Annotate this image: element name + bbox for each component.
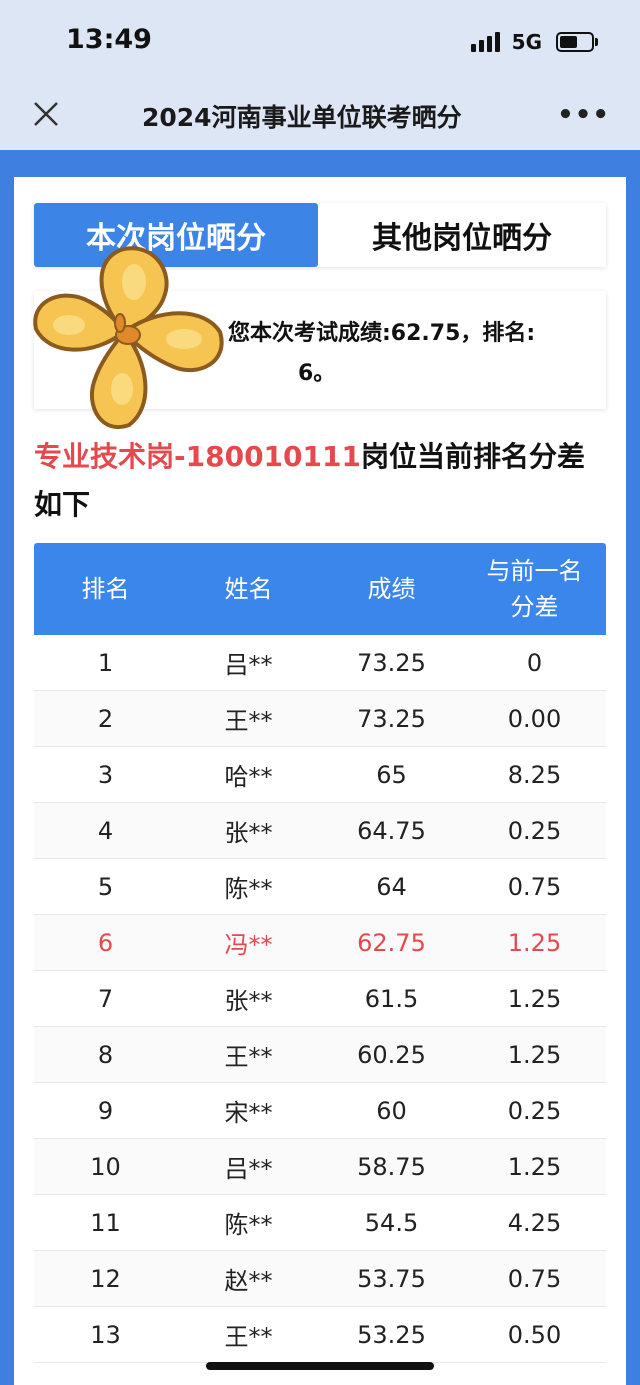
cell-name: 王** <box>224 707 273 735</box>
cell-diff: 0 <box>526 648 543 677</box>
cell-score: 64 <box>376 872 407 901</box>
cell-score: 73.25 <box>357 648 426 677</box>
status-indicators: 5G <box>470 30 598 54</box>
home-indicator[interactable] <box>206 1362 434 1370</box>
cell-name: 张** <box>224 819 273 847</box>
header-name: 姓名 <box>224 575 273 603</box>
cell-diff: 4.25 <box>507 1208 562 1237</box>
cell-diff: 1.25 <box>507 1152 562 1181</box>
score-text: 您本次考试成绩:62.75，排名: <box>228 321 536 346</box>
cell-name: 张** <box>224 987 273 1015</box>
table-row: 8 王** 60.25 1.25 <box>34 1027 606 1083</box>
status-bar: 13:49 5G <box>0 0 640 88</box>
ranking-table: 排名 姓名 成绩 与前一名分差 1 吕** 73.25 0 2 王** 73.2… <box>34 543 606 1363</box>
header-rank: 排名 <box>81 575 130 603</box>
table-row: 9 宋** 60 0.25 <box>34 1083 606 1139</box>
cell-name: 吕** <box>224 651 273 679</box>
main-panel: 本次岗位晒分 其他岗位晒分 您本次考试成绩:62.75，排名: 6。 专业技术岗… <box>14 177 626 1385</box>
cell-rank: 7 <box>97 984 114 1013</box>
table-row: 11 陈** 54.5 4.25 <box>34 1195 606 1251</box>
status-time: 13:49 <box>66 24 152 55</box>
cell-name: 哈** <box>224 763 273 791</box>
cell-rank: 9 <box>97 1096 114 1125</box>
cell-score: 58.75 <box>357 1152 426 1181</box>
cell-diff: 1.25 <box>507 984 562 1013</box>
cell-rank: 8 <box>97 1040 114 1069</box>
table-row-current-user: 6 冯** 62.75 1.25 <box>34 915 606 971</box>
cell-rank: 4 <box>97 816 114 845</box>
tab-other-posts[interactable]: 其他岗位晒分 <box>318 203 606 267</box>
header-diff: 与前一名分差 <box>486 557 583 621</box>
table-row: 1 吕** 73.25 0 <box>34 635 606 691</box>
cell-score: 64.75 <box>357 816 426 845</box>
battery-icon <box>556 32 598 52</box>
flower-sticker-icon <box>33 246 224 429</box>
cell-rank: 6 <box>97 928 114 957</box>
table-body: 1 吕** 73.25 0 2 王** 73.25 0.00 3 哈** 65 … <box>34 635 606 1363</box>
table-row: 7 张** 61.5 1.25 <box>34 971 606 1027</box>
table-row: 2 王** 73.25 0.00 <box>34 691 606 747</box>
cell-rank: 3 <box>97 760 114 789</box>
signal-icon <box>470 32 500 52</box>
cell-rank: 1 <box>97 648 114 677</box>
cell-diff: 0.00 <box>507 704 562 733</box>
cell-diff: 0.75 <box>507 1264 562 1293</box>
cell-diff: 0.75 <box>507 872 562 901</box>
cell-name: 陈** <box>224 1211 273 1239</box>
cell-name: 赵** <box>224 1267 273 1295</box>
post-description: 专业技术岗-180010111岗位当前排名分差如下 <box>34 433 604 529</box>
header-score: 成绩 <box>367 575 416 603</box>
cell-rank: 5 <box>97 872 114 901</box>
table-row: 5 陈** 64 0.75 <box>34 859 606 915</box>
cell-score: 54.5 <box>364 1208 419 1237</box>
cell-score: 60.25 <box>357 1040 426 1069</box>
table-row: 13 王** 53.25 0.50 <box>34 1307 606 1363</box>
rank-text: 6。 <box>298 361 336 386</box>
cell-name: 王** <box>224 1043 273 1071</box>
table-row: 3 哈** 65 8.25 <box>34 747 606 803</box>
table-row: 4 张** 64.75 0.25 <box>34 803 606 859</box>
cell-score: 73.25 <box>357 704 426 733</box>
cell-score: 53.25 <box>357 1320 426 1349</box>
cell-rank: 2 <box>97 704 114 733</box>
cell-rank: 11 <box>90 1208 121 1237</box>
cell-score: 65 <box>376 760 407 789</box>
cell-name: 陈** <box>224 875 273 903</box>
network-type: 5G <box>511 30 542 54</box>
page-title: 2024河南事业单位联考晒分 <box>142 103 462 132</box>
cell-diff: 0.25 <box>507 816 562 845</box>
table-row: 12 赵** 53.75 0.75 <box>34 1251 606 1307</box>
more-icon[interactable]: ••• <box>557 100 610 130</box>
cell-diff: 1.25 <box>507 1040 562 1069</box>
post-code: 专业技术岗-180010111 <box>34 440 361 473</box>
cell-diff: 0.50 <box>507 1320 562 1349</box>
cell-name: 王** <box>224 1323 273 1351</box>
cell-rank: 10 <box>90 1152 121 1181</box>
cell-diff: 8.25 <box>507 760 562 789</box>
cell-score: 53.75 <box>357 1264 426 1293</box>
cell-rank: 13 <box>90 1320 121 1349</box>
table-header: 排名 姓名 成绩 与前一名分差 <box>34 543 606 635</box>
cell-score: 61.5 <box>364 984 419 1013</box>
cell-name: 吕** <box>224 1155 273 1183</box>
cell-rank: 12 <box>90 1264 121 1293</box>
cell-diff: 0.25 <box>507 1096 562 1125</box>
cell-diff: 1.25 <box>507 928 562 957</box>
nav-bar: 2024河南事业单位联考晒分 ••• <box>0 88 640 150</box>
cell-score: 60 <box>376 1096 407 1125</box>
cell-name: 宋** <box>224 1099 273 1127</box>
close-icon[interactable] <box>30 98 62 130</box>
cell-score: 62.75 <box>357 928 426 957</box>
table-row: 10 吕** 58.75 1.25 <box>34 1139 606 1195</box>
cell-name: 冯** <box>224 931 273 959</box>
